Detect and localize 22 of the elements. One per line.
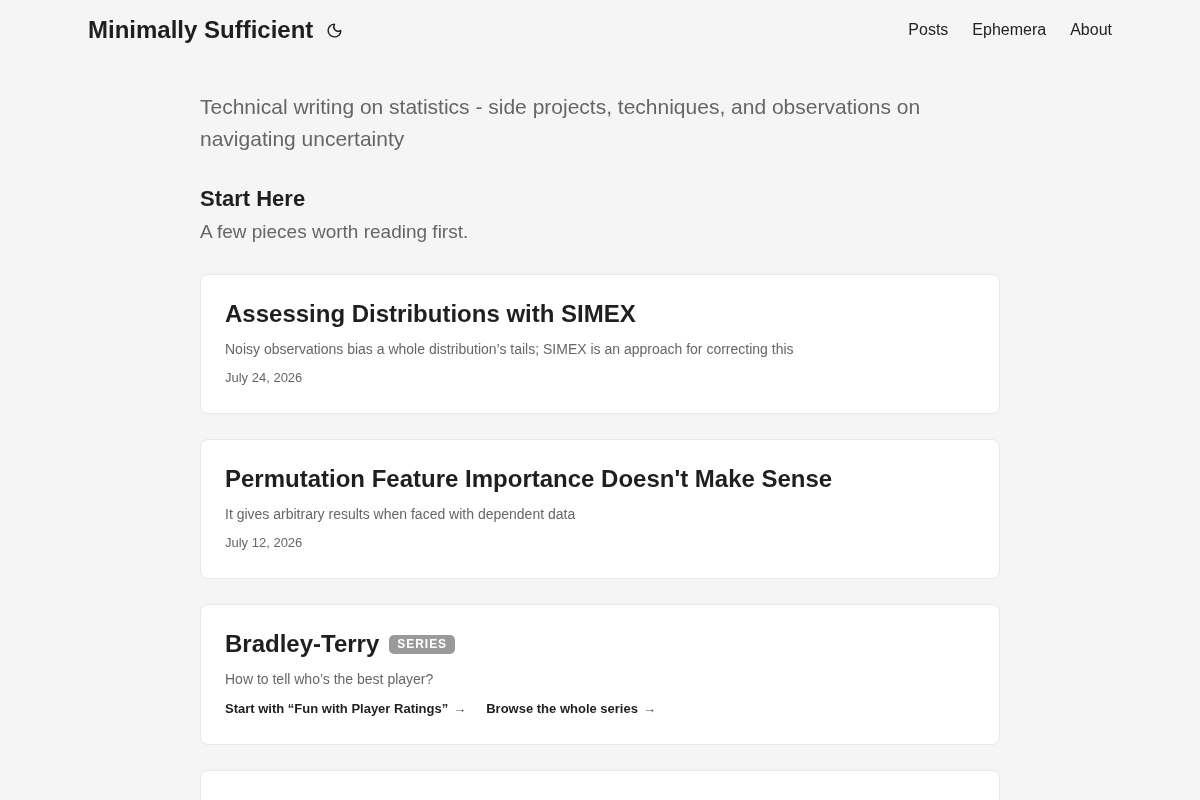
post-card[interactable]: Permutation Feature Importance Doesn't Make Sense It gives arbitrary results when faced with dependent data July 12, 2026 [200, 439, 1000, 579]
post-card[interactable]: Bradley-Terry SERIES How to tell who’s the best player? Start with “Fun with Player Ratings” → Browse the whole series → [200, 604, 1000, 745]
post-date: July 24, 2026 [225, 369, 303, 387]
post-date: July 12, 2026 [225, 534, 303, 552]
section-subtitle: A few pieces worth reading first. [200, 220, 469, 244]
nav-link[interactable]: About [1070, 19, 1112, 41]
post-summary: It gives arbitrary results when faced with dependent data [225, 505, 576, 524]
post-title[interactable]: Assessing Distributions with SIMEX [225, 298, 636, 330]
site-tagline: Technical writing on statistics - side projects, techniques, and observations on navigating uncertainty [200, 94, 922, 152]
moon-icon [325, 21, 343, 39]
post-summary: Noisy observations bias a whole distribution’s tails; SIMEX is an approach for correcting this [225, 340, 794, 359]
series-badge: SERIES [389, 634, 456, 654]
post-title[interactable]: Permutation Feature Importance Doesn't Make Sense [225, 463, 833, 495]
nav-link[interactable]: Posts [908, 19, 949, 41]
post-summary: How to tell who’s the best player? [225, 670, 434, 689]
series-link[interactable]: Start with “Fun with Player Ratings” → [225, 700, 467, 718]
series-link[interactable]: Browse the whole series → [486, 700, 656, 718]
post-title[interactable]: Bradley-Terry [225, 628, 380, 660]
section-heading: Start Here [200, 185, 306, 213]
nav-link[interactable]: Ephemera [972, 19, 1047, 41]
site-title[interactable]: Minimally Sufficient [88, 15, 314, 45]
post-card[interactable]: Assessing Distributions with SIMEX Noisy observations bias a whole distribution’s tails; SIMEX is an approach for correcting this July 24, 2026 [200, 274, 1000, 414]
